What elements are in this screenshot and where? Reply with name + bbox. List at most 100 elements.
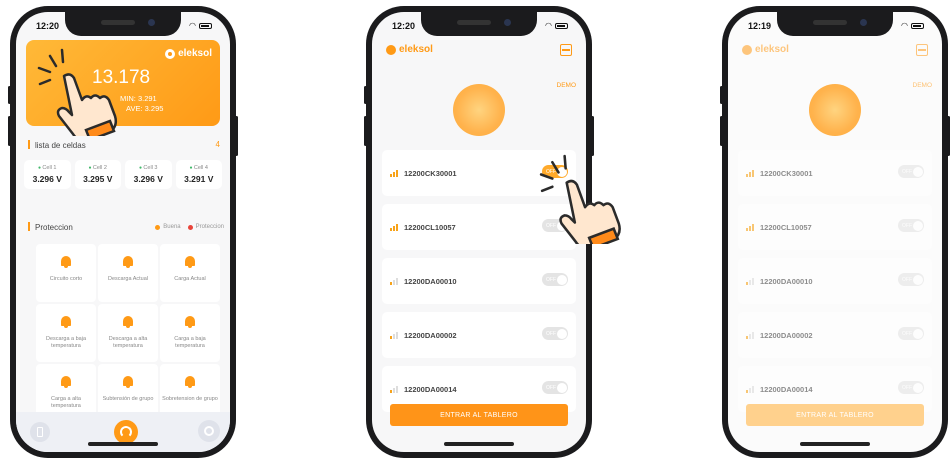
bell-icon — [122, 316, 134, 328]
signal-icon — [746, 277, 754, 285]
bell-icon — [184, 376, 196, 388]
scan-icon[interactable] — [916, 44, 928, 56]
status-time: 12:19 — [748, 21, 772, 31]
cells-count: 4 — [215, 140, 220, 149]
battery-nav-icon — [37, 427, 43, 437]
status-time: 12:20 — [392, 21, 416, 31]
device-name: 12200DA00010 — [404, 276, 457, 286]
tap-hand-icon — [37, 48, 118, 136]
status-time: 12:20 — [36, 21, 60, 31]
signal-icon — [746, 331, 754, 339]
scan-radar-icon — [453, 84, 505, 136]
brand-logo: eleksol — [165, 48, 212, 59]
device-name: 12200CK30001 — [404, 168, 457, 178]
connect-toggle[interactable]: OFF — [542, 273, 568, 286]
device-row[interactable]: 12200DA00010 OFF — [738, 258, 932, 304]
enter-dashboard-button[interactable]: ENTRAR AL TABLERO — [390, 404, 568, 426]
phone-mockup-device-list: 12:20 ◠ eleksol DEMO 12200CK30001 OFF 12… — [364, 6, 621, 458]
device-row[interactable]: 12200CL10057 OFF — [738, 204, 932, 250]
nav-right-button[interactable] — [198, 420, 220, 442]
ave-label: AVE: — [126, 104, 143, 113]
brand-logo: eleksol — [742, 44, 789, 55]
protection-section-title: Proteccion — [28, 222, 73, 232]
protection-item[interactable]: Carga Actual — [160, 244, 220, 302]
demo-label[interactable]: DEMO — [913, 82, 933, 89]
device-name: 12200DA00002 — [760, 330, 813, 340]
app-header: eleksol — [742, 40, 928, 60]
protection-item[interactable]: Circuito corto — [36, 244, 96, 302]
status-icons: ◠ — [545, 21, 568, 30]
min-value: 3.291 — [137, 94, 157, 103]
home-indicator — [800, 442, 870, 446]
brand-name: eleksol — [178, 48, 212, 59]
voltage-stats: MIN: 3.291 AVE: 3.295 — [120, 94, 163, 114]
device-list: 12200CK30001 OFF 12200CL10057 OFF 12200D… — [728, 150, 942, 420]
enter-dashboard-button[interactable]: ENTRAR AL TABLERO — [746, 404, 924, 426]
cell-card[interactable]: Cell 43.291 V — [175, 160, 222, 189]
connect-toggle[interactable]: OFF — [898, 165, 924, 178]
settings-icon — [204, 426, 214, 436]
device-row[interactable]: 12200DA00002 OFF — [738, 312, 932, 358]
notch — [421, 12, 537, 36]
battery-icon — [199, 22, 212, 29]
bell-icon — [60, 256, 72, 268]
signal-icon — [390, 277, 398, 285]
home-indicator — [88, 442, 158, 446]
gauge-icon — [120, 426, 132, 438]
status-icons: ◠ — [901, 21, 924, 30]
connect-toggle[interactable]: OFF — [898, 219, 924, 232]
device-name: 12200DA00010 — [760, 276, 813, 286]
device-name: 12200CK30001 — [760, 168, 813, 178]
nav-left-button[interactable] — [30, 422, 50, 442]
cell-card[interactable]: Cell 33.296 V — [125, 160, 172, 189]
device-name: 12200DA00014 — [404, 384, 457, 394]
notch — [65, 12, 181, 36]
device-list-screen: 12:19 ◠ eleksol DEMO 12200CK30001 OFF 12… — [728, 12, 942, 452]
brand-icon — [165, 48, 176, 59]
brand-icon — [742, 44, 752, 55]
bell-icon — [60, 316, 72, 328]
protection-item[interactable]: Carga a baja temperatura — [160, 304, 220, 362]
protection-item[interactable]: Descarga a baja temperatura — [36, 304, 96, 362]
cell-card[interactable]: Cell 23.295 V — [74, 160, 121, 189]
battery-icon — [555, 22, 568, 29]
connect-toggle[interactable]: OFF — [542, 381, 568, 394]
connect-toggle[interactable]: OFF — [898, 273, 924, 286]
signal-icon — [390, 169, 398, 177]
home-indicator — [444, 442, 514, 446]
connect-toggle[interactable]: OFF — [898, 381, 924, 394]
bell-icon — [184, 256, 196, 268]
signal-icon — [746, 223, 754, 231]
signal-icon — [390, 385, 398, 393]
signal-icon — [746, 169, 754, 177]
brand-name: eleksol — [399, 44, 433, 55]
device-name: 12200CL10057 — [404, 222, 456, 232]
status-icons: ◠ — [189, 21, 212, 30]
connect-toggle[interactable]: OFF — [898, 327, 924, 340]
demo-label[interactable]: DEMO — [557, 82, 577, 89]
device-row[interactable]: 12200CK30001 OFF — [738, 150, 932, 196]
nav-center-button[interactable] — [114, 420, 138, 444]
cell-card[interactable]: Cell 13.296 V — [24, 160, 71, 189]
scan-icon[interactable] — [560, 44, 572, 56]
cells-list: Cell 13.296 V Cell 23.295 V Cell 33.296 … — [24, 160, 222, 189]
wifi-icon: ◠ — [545, 21, 552, 30]
protection-item[interactable]: Descarga a alta temperatura — [98, 304, 158, 362]
brand-logo: eleksol — [386, 44, 433, 55]
brand-name: eleksol — [755, 44, 789, 55]
protection-grid: Circuito corto Descarga Actual Carga Act… — [36, 244, 220, 422]
signal-icon — [746, 385, 754, 393]
protection-legend: Buena Proteccion — [155, 224, 224, 230]
connect-toggle[interactable]: OFF — [542, 327, 568, 340]
device-row[interactable]: 12200DA00010 OFF — [382, 258, 576, 304]
protection-item[interactable]: Descarga Actual — [98, 244, 158, 302]
good-dot-icon — [155, 224, 161, 230]
bell-icon — [122, 376, 134, 388]
device-row[interactable]: 12200DA00002 OFF — [382, 312, 576, 358]
tap-hand-icon — [539, 154, 621, 244]
signal-icon — [390, 331, 398, 339]
notch — [777, 12, 893, 36]
battery-icon — [911, 22, 924, 29]
phone-mockup-dashboard: 12:20 ◠ eleksol 13.178 16 MIN: 3.291 AVE… — [8, 6, 238, 458]
protect-dot-icon — [187, 224, 193, 230]
